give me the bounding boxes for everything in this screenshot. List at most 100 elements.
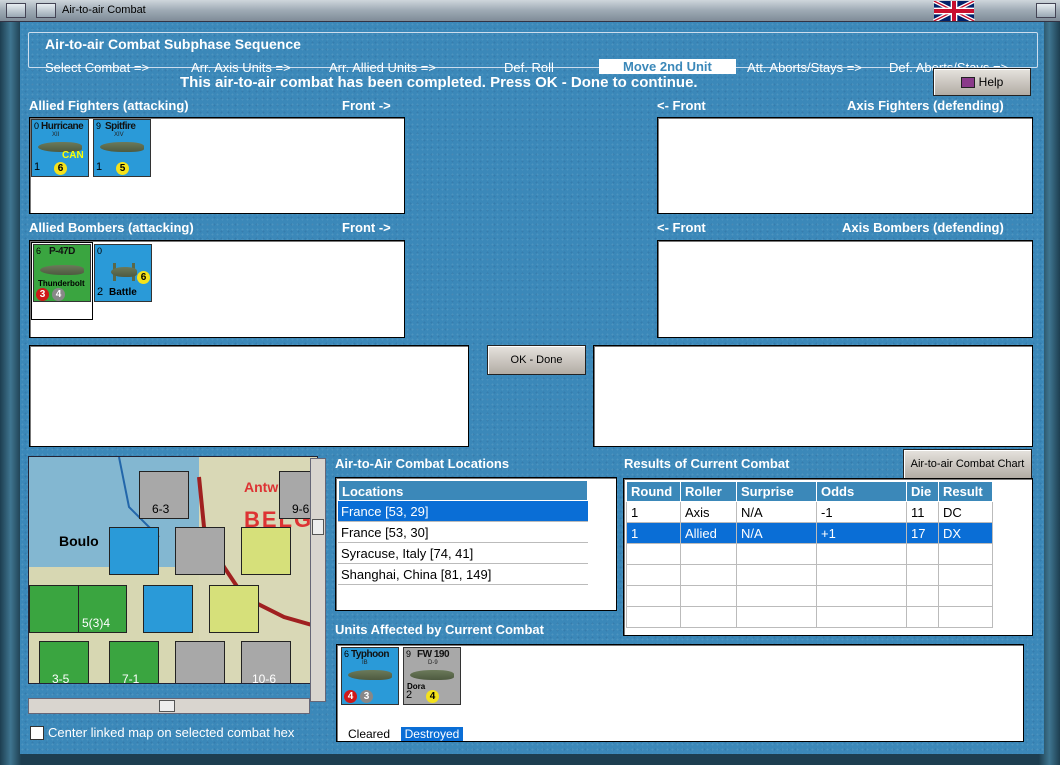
counter-bottom-value: 1 [34, 161, 41, 173]
plane-icon [111, 267, 137, 277]
counter-name: Typhoon [351, 649, 389, 660]
counter-model: XII [52, 132, 60, 138]
counter-strength: 4 [426, 690, 439, 703]
table-row-empty [626, 543, 993, 565]
cell-odds: +1 [816, 522, 907, 544]
map-vscroll-thumb[interactable] [312, 519, 324, 535]
locations-title: Air-to-Air Combat Locations [335, 456, 510, 471]
allied-bombers-label: Allied Bombers (attacking) [29, 220, 194, 235]
map-counter-typhoon[interactable] [109, 527, 159, 575]
affected-units-box: 6 Typhoon IB 4 3 Cleared 9 FW 190 D-9 Do… [336, 644, 1024, 742]
counter-name: Battle [109, 287, 137, 298]
allied-fighters-box[interactable]: 0 Hurricane XII CAN 1 6 9 Spitfire XIV 1… [29, 117, 405, 214]
axis-bombers-box[interactable] [657, 240, 1033, 338]
map-counter-army-1[interactable]: 5(3)4 [77, 585, 127, 633]
step-att-aborts: Att. Aborts/Stays => [747, 60, 862, 75]
counter-name: Spitfire [105, 121, 136, 132]
cell-result: DX [938, 522, 993, 544]
help-label: Help [978, 75, 1004, 89]
map-counter-macchi-2[interactable] [209, 585, 259, 633]
system-menu-button[interactable] [6, 3, 26, 18]
cell-odds: -1 [816, 501, 907, 523]
counter-attack: 4 [344, 690, 357, 703]
counter-bottom-value: 1 [96, 161, 103, 173]
close-button[interactable] [1036, 3, 1056, 18]
map-horizontal-scrollbar[interactable] [28, 698, 310, 714]
map-counter-army-2[interactable]: 3-5 [39, 641, 89, 684]
counter-strength: 5 [116, 162, 129, 175]
counter-attack: 3 [36, 288, 49, 301]
unit-counter-battle[interactable]: 0 6 2 Battle [94, 244, 152, 302]
location-item[interactable]: Shanghai, China [81, 149] [338, 564, 588, 585]
help-book-icon [960, 77, 975, 89]
cell-result: DC [938, 501, 993, 523]
counter-strength: 3-5 [52, 672, 70, 684]
counter-model: IB [362, 660, 368, 666]
table-row-empty [626, 585, 993, 607]
locations-list[interactable]: Locations France [53, 29] France [53, 30… [335, 477, 617, 611]
allied-bombers-box[interactable]: 6 P-47D Thunderbolt 3 4 0 6 2 Battle [29, 240, 405, 338]
map-counter-green-partial[interactable] [29, 585, 79, 633]
map-vertical-scrollbar[interactable] [310, 458, 326, 702]
linked-map[interactable]: Antw BELG Boulo 6-3 9-6 5(3)4 3-5 7-1 10… [28, 456, 318, 684]
help-button[interactable]: Help [933, 68, 1031, 96]
status-message: This air-to-air combat has been complete… [180, 74, 698, 91]
allied-bombers-front-label: Front -> [342, 220, 391, 235]
unit-counter-hurricane[interactable]: 0 Hurricane XII CAN 1 6 [31, 119, 89, 177]
cell-surprise: N/A [736, 501, 817, 523]
allied-fighters-label: Allied Fighters (attacking) [29, 98, 189, 113]
step-arr-axis: Arr. Axis Units => [191, 60, 291, 75]
axis-bombers-label: Axis Bombers (defending) [842, 220, 1004, 235]
axis-message-box [593, 345, 1033, 447]
map-counter-macchi-1[interactable] [241, 527, 291, 575]
unit-counter-p47d[interactable]: 6 P-47D Thunderbolt 3 4 [33, 244, 91, 302]
affected-status: Cleared [347, 727, 391, 741]
map-label-boulogne: Boulo [59, 533, 99, 549]
main-panel: Air-to-air Combat Subphase Sequence Sele… [20, 22, 1044, 754]
map-hscroll-thumb[interactable] [159, 700, 175, 712]
table-row[interactable]: 1 Allied N/A +1 17 DX [626, 522, 993, 544]
affected-counter-fw190[interactable]: 9 FW 190 D-9 Dora 2 4 [403, 647, 461, 705]
window-title: Air-to-air Combat [62, 4, 146, 16]
map-counter-hurricane[interactable] [143, 585, 193, 633]
counter-strength: 4 [52, 288, 65, 301]
map-counter-infantry-1[interactable]: 6-3 [139, 471, 189, 519]
cell-surprise: N/A [736, 522, 817, 544]
counter-strength: 3 [360, 690, 373, 703]
title-bar: Air-to-air Combat [0, 0, 1060, 22]
plane-icon [348, 670, 392, 680]
location-item[interactable]: France [53, 30] [338, 522, 588, 543]
counter-strength: 6 [137, 271, 150, 284]
affected-counter-typhoon[interactable]: 6 Typhoon IB 4 3 [341, 647, 399, 705]
counter-strength: 6 [54, 162, 67, 175]
axis-fighters-label: Axis Fighters (defending) [847, 98, 1004, 113]
counter-model: Thunderbolt [38, 279, 85, 288]
map-counter-army-3[interactable]: 7-1 [109, 641, 159, 683]
location-item[interactable]: Syracuse, Italy [74, 41] [338, 543, 588, 564]
axis-bombers-front-label: <- Front [657, 220, 706, 235]
center-map-checkbox[interactable] [30, 726, 44, 740]
map-counter-infantry-2[interactable]: 10-6 [241, 641, 291, 683]
counter-range: 0 [34, 121, 40, 131]
cell-round: 1 [626, 501, 681, 523]
subphase-sequence: Air-to-air Combat Subphase Sequence Sele… [28, 32, 1038, 75]
center-map-label: Center linked map on selected combat hex [48, 725, 295, 740]
counter-bottom-value: 2 [97, 286, 104, 298]
table-row[interactable]: 1 Axis N/A -1 11 DC [626, 501, 993, 523]
col-roller: Roller [680, 481, 737, 502]
step-select-combat: Select Combat => [45, 60, 150, 75]
allied-fighters-front-label: Front -> [342, 98, 391, 113]
axis-fighters-box[interactable] [657, 117, 1033, 214]
map-counter-bf109-2[interactable] [175, 641, 225, 683]
ok-done-button[interactable]: OK - Done [487, 345, 586, 375]
minimize-button[interactable] [36, 3, 56, 18]
counter-name: Hurricane [41, 121, 84, 132]
cell-round: 1 [626, 522, 681, 544]
unit-counter-spitfire[interactable]: 9 Spitfire XIV 1 5 [93, 119, 151, 177]
map-counter-bf109-1[interactable] [175, 527, 225, 575]
combat-chart-button[interactable]: Air-to-air Combat Chart [903, 449, 1032, 479]
counter-bottom-value: 2 [406, 689, 413, 701]
location-item[interactable]: France [53, 29] [338, 501, 588, 522]
table-row-empty [626, 606, 993, 628]
union-jack-icon [933, 1, 975, 21]
